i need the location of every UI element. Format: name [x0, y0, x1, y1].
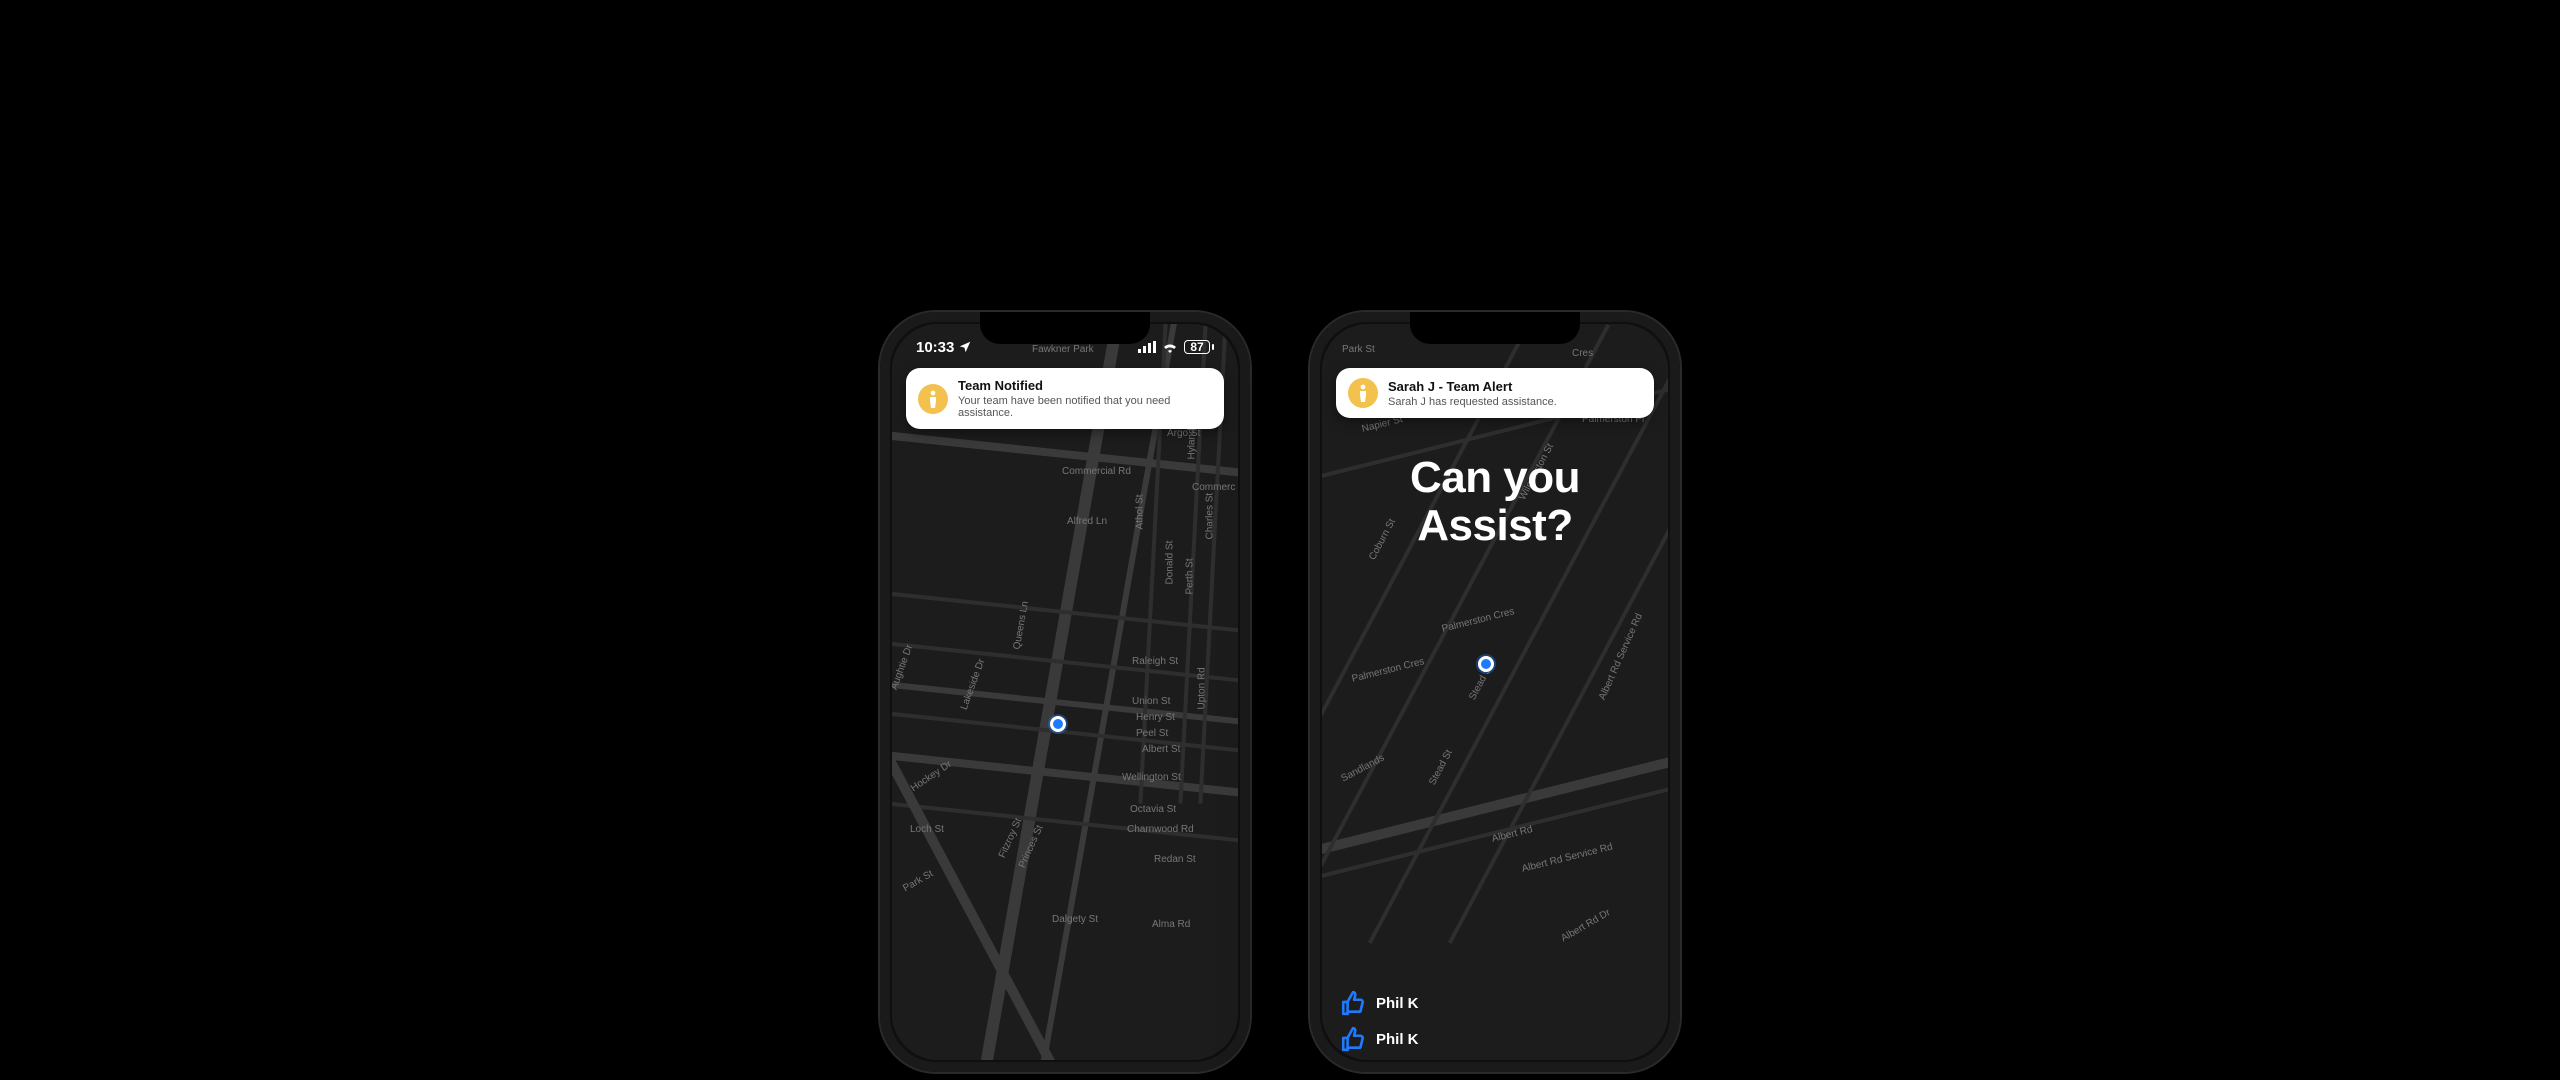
- street-label: Lakeside Dr: [959, 657, 988, 711]
- assist-heading-line1: Can you: [1322, 454, 1668, 502]
- battery-indicator: 87: [1184, 340, 1214, 354]
- wifi-icon: [1162, 341, 1178, 353]
- current-location-dot: [1050, 716, 1066, 732]
- phone-mockup-left: Fawkner Park Commercial Rd Commerc Alfre…: [880, 312, 1250, 1072]
- street-label: Redan St: [1154, 854, 1196, 865]
- street-label: Alfred Ln: [1067, 516, 1107, 527]
- street-label: Donald St: [1165, 541, 1176, 585]
- map-background[interactable]: Park St Napier St Cres Service Rd Palmer…: [1322, 324, 1668, 1060]
- notification-title: Team Notified: [958, 378, 1212, 393]
- battery-percent: 87: [1190, 340, 1203, 354]
- street-label: Albert St: [1142, 744, 1180, 755]
- app-icon: [1348, 378, 1378, 408]
- status-time: 10:33: [916, 339, 954, 356]
- device-notch: [1410, 312, 1580, 344]
- notification-banner[interactable]: Sarah J - Team Alert Sarah J has request…: [1336, 368, 1654, 418]
- notification-banner[interactable]: Team Notified Your team have been notifi…: [906, 368, 1224, 429]
- phone-mockup-right: Park St Napier St Cres Service Rd Palmer…: [1310, 312, 1680, 1072]
- street-label: Athol St: [1135, 494, 1146, 529]
- street-label: Perth St: [1185, 558, 1196, 594]
- map-background[interactable]: Fawkner Park Commercial Rd Commerc Alfre…: [892, 324, 1238, 1060]
- street-label: Dalgety St: [1052, 914, 1098, 925]
- street-label: Loch St: [910, 824, 944, 835]
- street-label: Park St: [1342, 344, 1375, 355]
- street-label: Charnwood Rd: [1127, 824, 1194, 835]
- street-label: Octavia St: [1130, 804, 1176, 815]
- app-icon: [918, 384, 948, 414]
- street-label: Charles St: [1205, 493, 1216, 540]
- location-arrow-icon: [958, 340, 972, 354]
- street-label: Albert Rd Dr: [1559, 907, 1612, 944]
- thumbs-up-icon: [1340, 990, 1366, 1016]
- street-label: Park St: [901, 868, 935, 894]
- street-label: Henry St: [1136, 712, 1175, 723]
- street-label: Commercial Rd: [1062, 466, 1131, 477]
- street-label: Stead St: [1427, 748, 1455, 787]
- street-label: Raleigh St: [1132, 656, 1178, 667]
- street-label: Palmerston Cres: [1351, 656, 1426, 685]
- assist-heading-line2: Assist?: [1322, 502, 1668, 550]
- thumbs-up-icon: [1340, 1026, 1366, 1052]
- street-label: Commerc: [1192, 482, 1235, 493]
- notification-title: Sarah J - Team Alert: [1388, 379, 1557, 394]
- responder-row[interactable]: Phil K: [1340, 990, 1419, 1016]
- cellular-icon: [1138, 341, 1156, 353]
- street-label: Peel St: [1136, 728, 1168, 739]
- street-label: Wellington St: [1122, 772, 1181, 783]
- current-location-dot: [1478, 656, 1494, 672]
- assist-heading: Can you Assist?: [1322, 454, 1668, 551]
- street-label: Cres: [1572, 348, 1593, 359]
- street-label: Upton Rd: [1197, 667, 1208, 709]
- street-label: Albert Rd Service Rd: [1521, 842, 1614, 875]
- street-label: Palmerston Cres: [1441, 606, 1516, 635]
- responder-name: Phil K: [1376, 1031, 1419, 1048]
- notification-body: Sarah J has requested assistance.: [1388, 396, 1557, 408]
- responder-row[interactable]: Phil K: [1340, 1026, 1419, 1052]
- street-label: Union St: [1132, 696, 1170, 707]
- screen-left: Fawkner Park Commercial Rd Commerc Alfre…: [892, 324, 1238, 1060]
- notification-body: Your team have been notified that you ne…: [958, 395, 1212, 419]
- device-notch: [980, 312, 1150, 344]
- screen-right: Park St Napier St Cres Service Rd Palmer…: [1322, 324, 1668, 1060]
- street-label: Albert Rd Service Rd: [1597, 612, 1645, 702]
- street-label: Alma Rd: [1152, 919, 1190, 930]
- responder-name: Phil K: [1376, 995, 1419, 1012]
- responder-list: Phil K Phil K: [1340, 990, 1419, 1052]
